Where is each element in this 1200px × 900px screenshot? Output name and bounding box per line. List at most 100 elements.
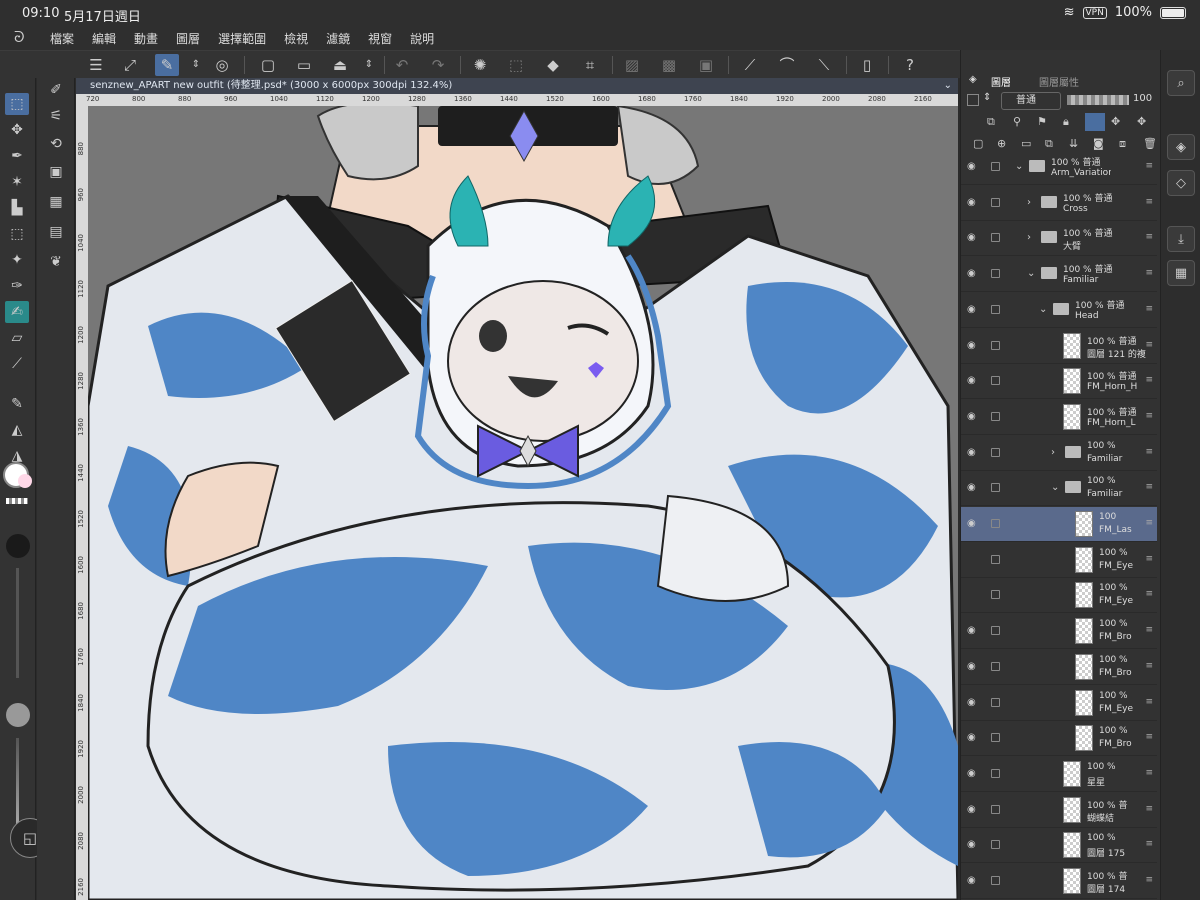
brush-icon[interactable]: ✍	[5, 301, 29, 323]
layer-row[interactable]: ◉ 100 % FM_Bro ≡	[961, 721, 1157, 757]
new-raster-icon[interactable]: ▢	[973, 137, 983, 150]
layer-folder-row[interactable]: ◉ ⌄ 100 % 普通 Familiar ≡	[961, 257, 1157, 293]
blend-color-swatch[interactable]	[967, 94, 979, 106]
layer-menu-icon[interactable]: ≡	[1145, 804, 1153, 814]
eye-icon[interactable]: ◉	[967, 804, 979, 815]
spinner2-icon[interactable]: ⇕	[357, 54, 381, 76]
layer-checkbox[interactable]	[991, 197, 1000, 207]
undo-icon[interactable]: ↶	[390, 54, 414, 76]
eraser-icon[interactable]: ▱	[5, 327, 29, 349]
sub-settings-icon[interactable]: ⚟	[43, 104, 69, 128]
move-mask-icon[interactable]: ✥	[1111, 115, 1120, 128]
layer-folder-row[interactable]: ◉ ⌄ 100 % Familiar ≡	[961, 471, 1157, 507]
menu-item-filter[interactable]: 濾鏡	[326, 30, 350, 47]
layer-folder-row[interactable]: ◉ ⌄ 100 % 普通Arm_Variations ≡	[961, 156, 1157, 185]
layer-checkbox[interactable]	[991, 233, 1000, 243]
chevron-updown-icon[interactable]: ⇕	[983, 92, 991, 103]
blend-mode-select[interactable]: 普通	[1001, 92, 1061, 110]
sparkle-icon[interactable]: ✦	[5, 249, 29, 271]
layer-checkbox[interactable]	[991, 876, 1000, 885]
sub-pen-icon[interactable]: ✐	[43, 78, 69, 102]
layer-row[interactable]: ◉ 100 FM_Las ≡	[961, 507, 1157, 542]
chevron-down-icon[interactable]: ⌄	[944, 78, 952, 94]
lock-transparent-icon[interactable]	[1085, 113, 1105, 131]
layer-menu-icon[interactable]: ≡	[1145, 768, 1153, 778]
layer-folder-row[interactable]: ◉ › 100 % Familiar ≡	[961, 436, 1157, 471]
layer-menu-icon[interactable]: ≡	[1145, 875, 1153, 885]
layer-checkbox[interactable]	[991, 733, 1000, 743]
chevron-right-icon[interactable]: ›	[1051, 447, 1055, 458]
sub-color-swatch[interactable]	[18, 474, 32, 488]
layer-menu-icon[interactable]: ≡	[1145, 232, 1153, 242]
sub-layer-icon[interactable]: ▣	[43, 160, 69, 184]
save-icon[interactable]: ⏏	[328, 54, 352, 76]
mask-icon[interactable]: ⚑	[1037, 115, 1047, 128]
new-vector-icon[interactable]: ⊕	[997, 137, 1006, 150]
layer-row[interactable]: ◉ 100 % 普通 FM_Horn_H ≡	[961, 364, 1157, 400]
layer-checkbox[interactable]	[991, 376, 1000, 386]
eye-icon[interactable]: ◉	[967, 232, 979, 243]
layer-checkbox[interactable]	[991, 304, 1000, 314]
layer-menu-icon[interactable]: ≡	[1145, 839, 1153, 849]
layer-checkbox[interactable]	[991, 269, 1000, 279]
layer-checkbox[interactable]	[991, 697, 1000, 707]
layer-row[interactable]: ◉ 100 % 圖層 175 ≡	[961, 828, 1157, 864]
new-layer-icon[interactable]: ▢	[256, 54, 280, 76]
layer-row[interactable]: ◉ 100 % 普通 圖層 121 的複 ≡	[961, 329, 1157, 364]
menu-item-layer[interactable]: 圖層	[176, 30, 200, 47]
menu-item-animation[interactable]: 動畫	[134, 30, 158, 47]
invert-icon[interactable]: ▩	[657, 54, 681, 76]
ruler-icon[interactable]: ⟋	[738, 54, 762, 76]
eye-icon[interactable]: ◉	[967, 447, 979, 458]
layer-row[interactable]: ◉ 100 % 普圖層 174 ≡	[961, 864, 1157, 899]
layer-row[interactable]: ◉ 100 % 普通 FM_Horn_L ≡	[961, 400, 1157, 435]
deselect-icon[interactable]: ⬚	[504, 54, 528, 76]
eye-icon[interactable]: ◉	[967, 161, 979, 172]
eye-icon[interactable]: ◉	[967, 768, 979, 779]
redo-icon[interactable]: ↷	[426, 54, 450, 76]
brush-icon[interactable]: ⌒	[775, 54, 799, 76]
brush-size-slider[interactable]	[16, 568, 19, 678]
tab-layers[interactable]: 圖層	[991, 74, 1011, 89]
layer-menu-icon[interactable]: ≡	[1145, 340, 1153, 350]
menu-icon[interactable]: ☰	[84, 54, 108, 76]
navigator-icon[interactable]: ⌕	[1167, 70, 1195, 96]
crop-icon[interactable]: ⌗	[578, 54, 602, 76]
eyedropper-icon[interactable]: ✑	[5, 275, 29, 297]
eye-icon[interactable]: ◉	[967, 839, 979, 850]
sub-rotate-icon[interactable]: ⟲	[43, 132, 69, 156]
trash-icon[interactable]: 🗑︎	[1143, 137, 1157, 150]
layer-menu-icon[interactable]: ≡	[1145, 732, 1153, 742]
app-logo-icon[interactable]: ᘒ	[14, 28, 25, 46]
sub-film-icon[interactable]: ▤	[43, 220, 69, 244]
copy-layer-icon[interactable]: ⧉	[1045, 137, 1053, 151]
layer-menu-icon[interactable]: ≡	[1145, 661, 1153, 671]
eye-icon[interactable]	[967, 589, 979, 599]
sub-drops-icon[interactable]: ❦	[43, 250, 69, 274]
menu-item-view[interactable]: 檢視	[284, 30, 308, 47]
eye-icon[interactable]: ◉	[967, 268, 979, 279]
pen-select-icon[interactable]: ✎	[155, 54, 179, 76]
menu-item-file[interactable]: 檔案	[50, 30, 74, 47]
layer-checkbox[interactable]	[991, 840, 1000, 850]
eye-icon[interactable]: ◉	[967, 697, 979, 708]
chevron-down-icon[interactable]: ⌄	[1027, 268, 1035, 279]
eye-icon[interactable]: ◉	[967, 482, 979, 493]
new-folder-icon[interactable]: ▭	[1021, 137, 1031, 150]
layers-tab-icon[interactable]: ◈	[969, 74, 977, 85]
layer-checkbox[interactable]	[991, 590, 1000, 600]
move-icon[interactable]: ✥	[5, 119, 29, 141]
layer-menu-icon[interactable]: ≡	[1145, 161, 1153, 171]
chevron-down-icon[interactable]: ⌄	[1039, 304, 1047, 315]
reference-icon[interactable]: ⚲	[1013, 115, 1021, 128]
document-tab[interactable]: senznew_APART new outfit (待整理.psd* (3000…	[76, 78, 958, 94]
layer-row[interactable]: 100 % FM_Eye ≡	[961, 543, 1157, 578]
reset-icon[interactable]: ◎	[210, 54, 234, 76]
layer-menu-icon[interactable]: ≡	[1145, 625, 1153, 635]
layer-menu-icon[interactable]: ≡	[1145, 304, 1153, 314]
sub-grid-icon[interactable]: ▦	[43, 190, 69, 214]
layer-checkbox[interactable]	[991, 554, 1000, 564]
eye-icon[interactable]: ◉	[967, 518, 979, 529]
merge-icon[interactable]: ⇊	[1069, 137, 1078, 150]
device-icon[interactable]: ▯	[855, 54, 879, 76]
